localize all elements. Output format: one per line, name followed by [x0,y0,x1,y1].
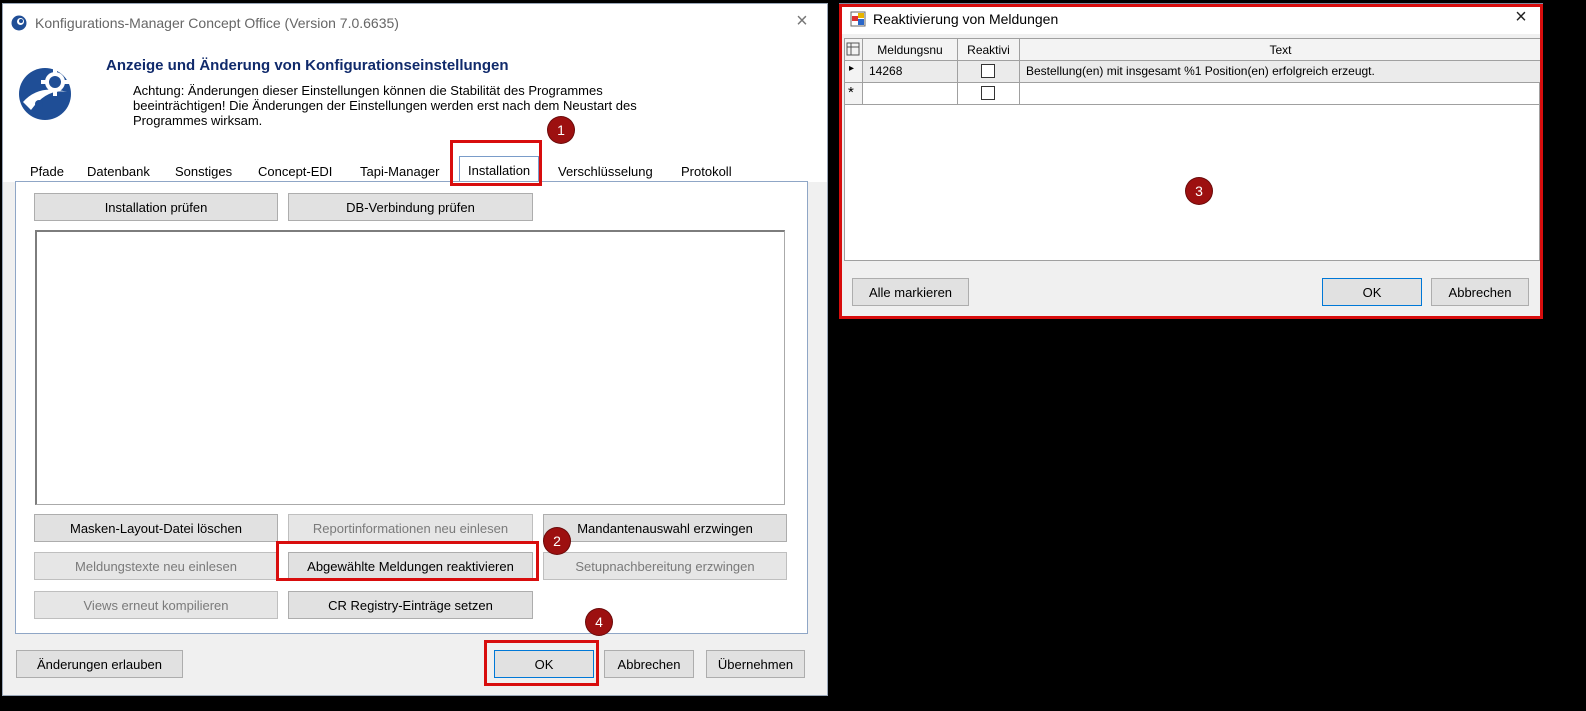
cell-reaktivieren-new[interactable] [958,83,1020,105]
step-marker-1: 1 [548,117,574,143]
dialog-cancel-button[interactable]: Abbrechen [1431,278,1529,306]
apply-button[interactable]: Übernehmen [706,650,805,678]
output-textarea[interactable] [35,230,785,505]
cell-text[interactable]: Bestellung(en) mit insgesamt %1 Position… [1020,61,1541,83]
close-icon[interactable]: × [791,10,813,33]
messages-grid: Meldungsnu Reaktivi Text ▸ 14268 Bestell… [844,38,1541,261]
reactivate-checkbox-new[interactable] [981,86,995,100]
new-row[interactable]: * [845,83,1541,105]
main-titlebar: Konfigurations-Manager Concept Office (V… [3,4,827,42]
tab-bar: Pfade Datenbank Sonstiges Concept-EDI Ta… [3,154,827,182]
concept-office-logo [19,68,71,120]
tab-sonstiges[interactable]: Sonstiges [173,164,234,179]
tab-tapi-manager[interactable]: Tapi-Manager [358,164,442,179]
header-area: Anzeige und Änderung von Konfigurationse… [3,42,827,154]
cell-reaktivieren[interactable] [958,61,1020,83]
recompile-views-button[interactable]: Views erneut kompilieren [34,591,278,619]
column-header-nummer[interactable]: Meldungsnu [863,39,958,61]
reload-report-info-button[interactable]: Reportinformationen neu einlesen [288,514,533,542]
reactivate-messages-button[interactable]: Abgewählte Meldungen reaktivieren [288,552,533,580]
config-manager-window: Konfigurations-Manager Concept Office (V… [2,3,828,696]
reactivate-checkbox[interactable] [981,64,995,78]
force-client-selection-button[interactable]: Mandantenauswahl erzwingen [543,514,787,542]
step-marker-4: 4 [586,609,612,635]
tab-datenbank[interactable]: Datenbank [85,164,152,179]
cell-nummer-new[interactable] [863,83,958,105]
tab-concept-edi[interactable]: Concept-EDI [256,164,334,179]
tab-pfade[interactable]: Pfade [28,164,66,179]
page-title: Anzeige und Änderung von Konfigurationse… [106,57,509,74]
cell-nummer[interactable]: 14268 [863,61,958,83]
dialog-title: Reaktivierung von Meldungen [873,11,1059,27]
step-marker-3: 3 [1186,178,1212,204]
warning-text: Achtung: Änderungen dieser Einstellungen… [133,83,637,128]
step-marker-2: 2 [544,528,570,554]
dialog-titlebar: Reaktivierung von Meldungen × [840,4,1542,34]
installation-panel: Installation prüfen DB-Verbindung prüfen… [15,181,808,634]
set-cr-registry-button[interactable]: CR Registry-Einträge setzen [288,591,533,619]
reactivation-dialog: Reaktivierung von Meldungen × Meldungsnu… [839,3,1543,318]
check-installation-button[interactable]: Installation prüfen [34,193,278,221]
dialog-ok-button[interactable]: OK [1322,278,1422,306]
cancel-button[interactable]: Abbrechen [604,650,694,678]
table-row[interactable]: ▸ 14268 Bestellung(en) mit insgesamt %1 … [845,61,1541,83]
new-row-indicator: * [845,83,863,105]
dialog-window-icon [850,11,866,27]
reload-message-texts-button[interactable]: Meldungstexte neu einlesen [34,552,278,580]
select-all-button[interactable]: Alle markieren [852,278,969,306]
dialog-close-icon[interactable]: × [1510,6,1532,29]
ok-button[interactable]: OK [494,650,594,678]
grid-header-row: Meldungsnu Reaktivi Text [845,39,1541,61]
column-header-reaktivieren[interactable]: Reaktivi [958,39,1020,61]
force-setup-postprocessing-button[interactable]: Setupnachbereitung erzwingen [543,552,787,580]
tab-verschluesselung[interactable]: Verschlüsselung [556,164,655,179]
check-db-connection-button[interactable]: DB-Verbindung prüfen [288,193,533,221]
allow-changes-button[interactable]: Änderungen erlauben [16,650,183,678]
select-all-corner-icon[interactable] [845,39,863,61]
app-icon [11,15,27,31]
column-header-text[interactable]: Text [1020,39,1541,61]
delete-mask-layout-button[interactable]: Masken-Layout-Datei löschen [34,514,278,542]
cell-text-new[interactable] [1020,83,1541,105]
tab-protokoll[interactable]: Protokoll [679,164,734,179]
current-row-indicator: ▸ [845,61,863,83]
tab-installation[interactable]: Installation [459,156,540,182]
main-window-title: Konfigurations-Manager Concept Office (V… [35,15,399,31]
